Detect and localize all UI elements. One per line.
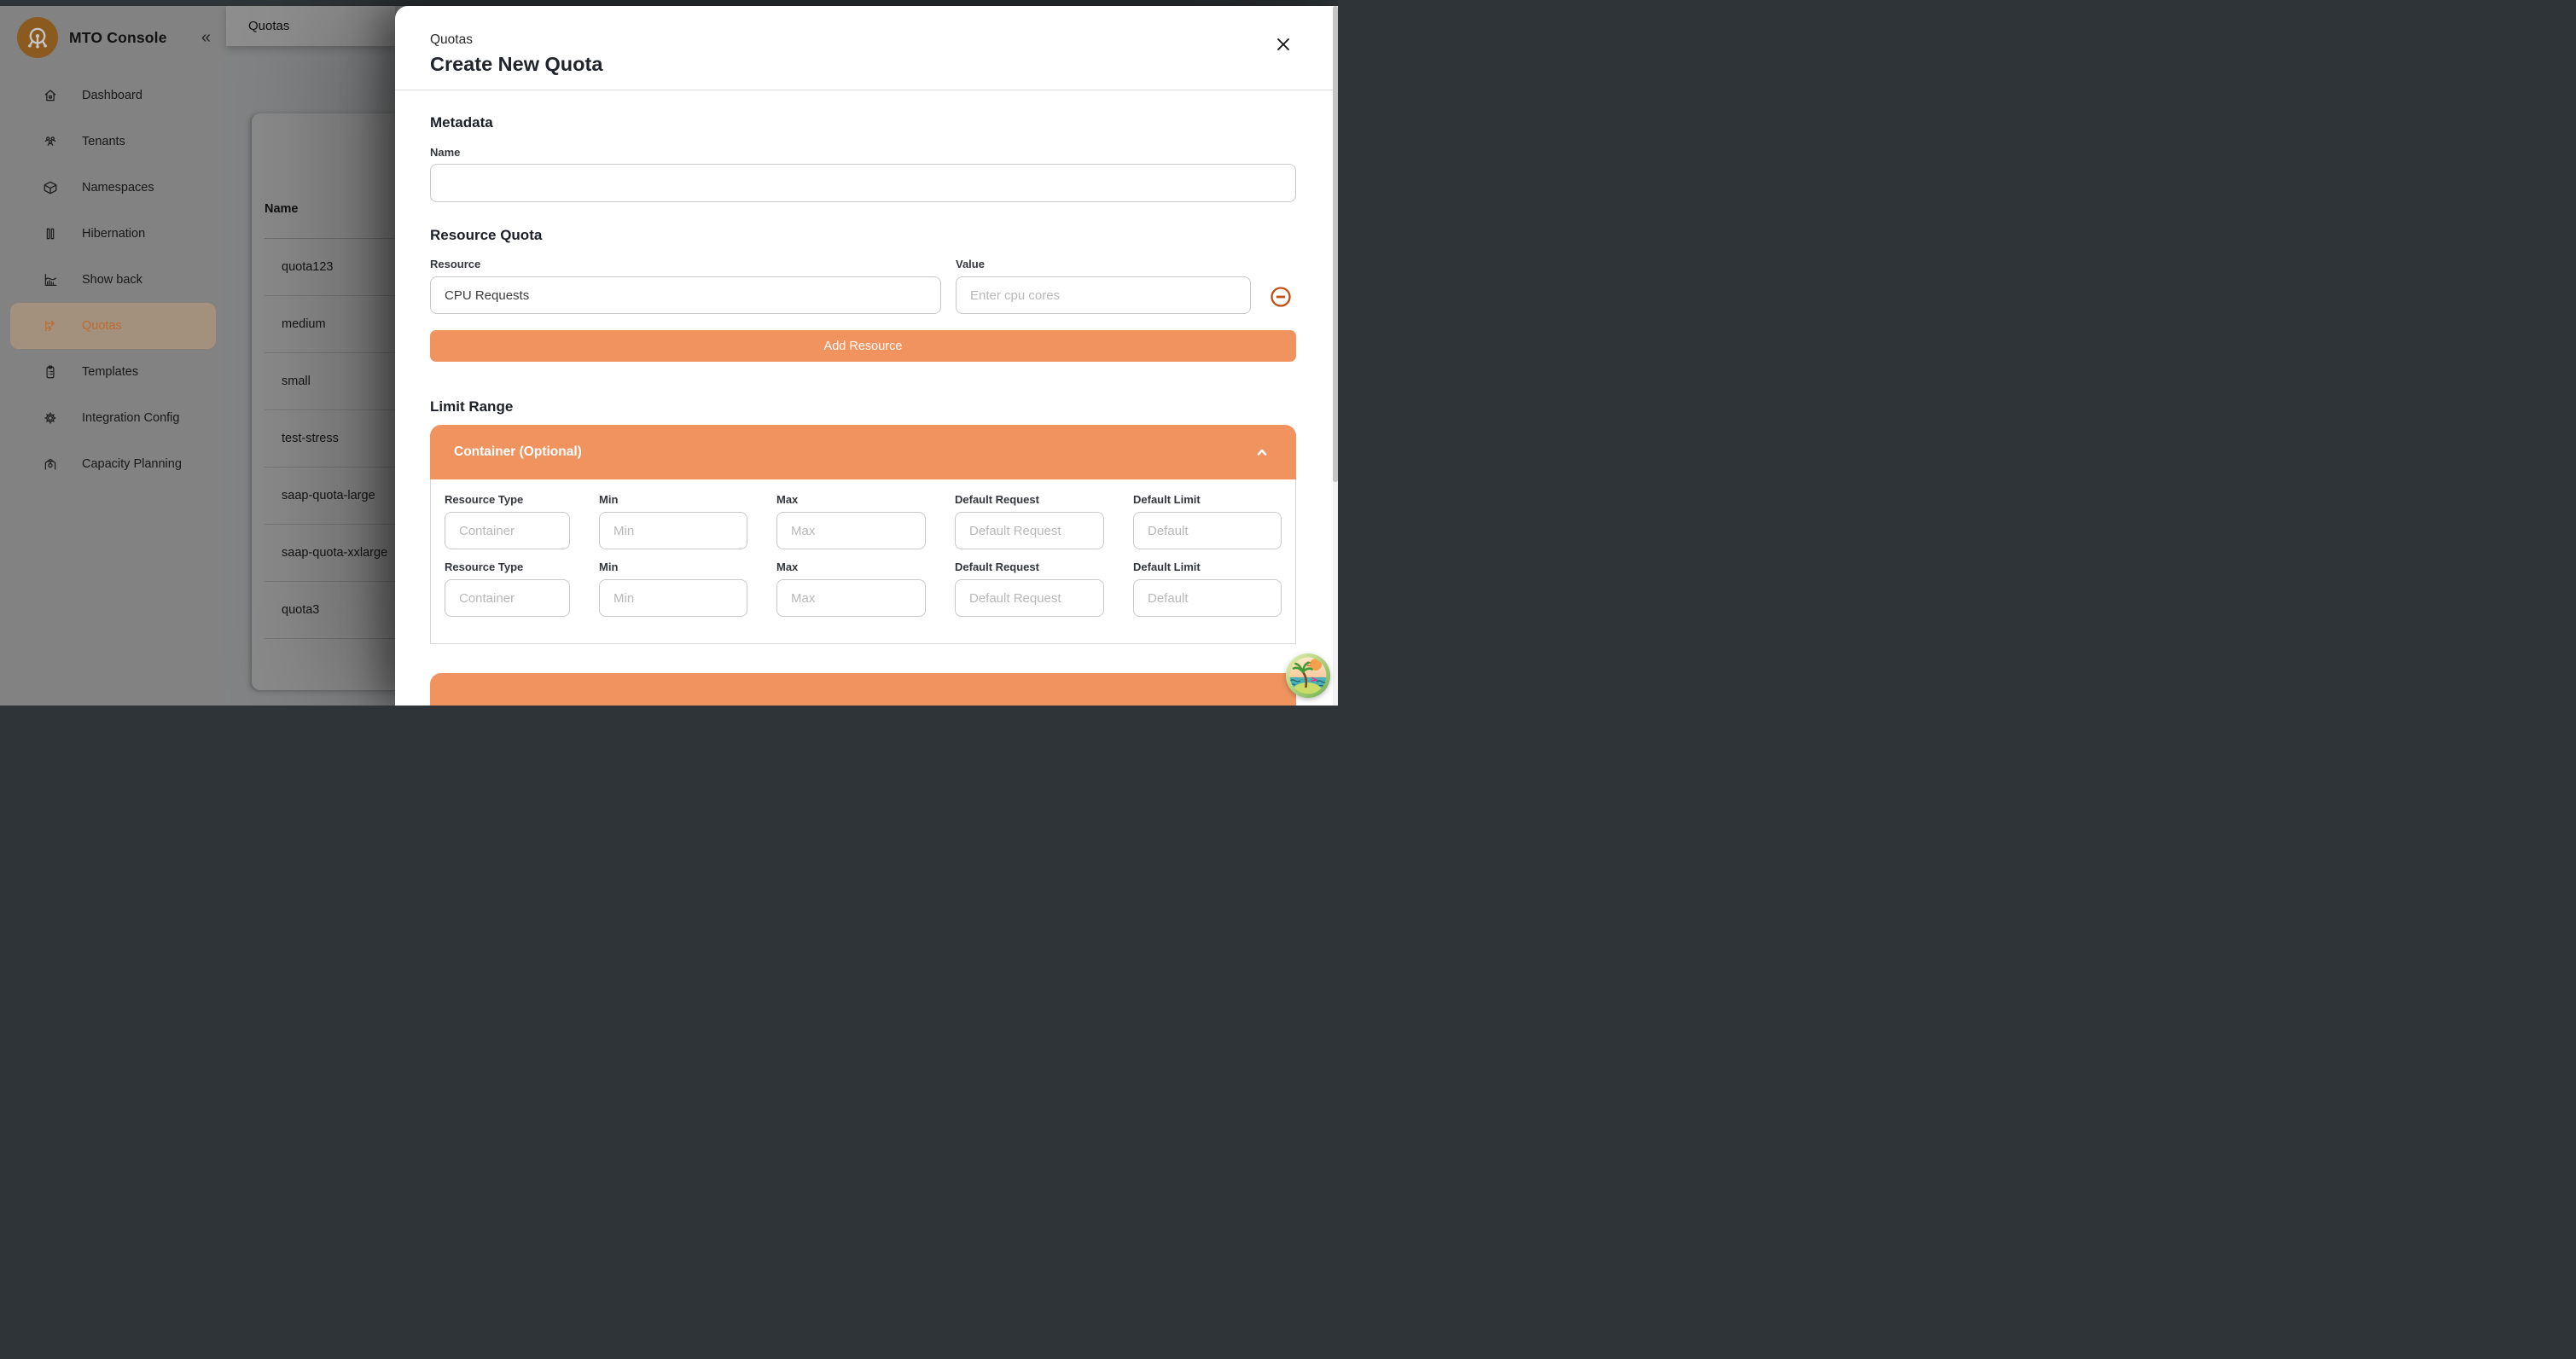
default-limit-input[interactable]	[1133, 579, 1282, 617]
name-field-label: Name	[430, 146, 1296, 159]
gear-icon	[43, 410, 58, 426]
container-section-title: Container (Optional)	[454, 444, 582, 460]
value-input[interactable]	[956, 276, 1251, 314]
default-request-label: Default Request	[955, 560, 1104, 573]
modal-header: Quotas Create New Quota	[395, 6, 1338, 76]
page-tab-bar: Quotas	[226, 6, 395, 46]
warehouse-icon	[43, 456, 58, 472]
sidebar-item-namespaces[interactable]: Namespaces	[10, 165, 216, 211]
resource-quota-row: Resource Value	[430, 258, 1296, 314]
modal-scrollbar	[1333, 6, 1338, 706]
limit-range-row: Resource Type Min Max Default Request	[445, 560, 1282, 617]
sidebar-item-label: Quotas	[82, 319, 122, 333]
sidebar-item-integration-config[interactable]: Integration Config	[10, 395, 216, 441]
sidebar-item-capacity-planning[interactable]: Capacity Planning	[10, 441, 216, 487]
users-icon	[43, 134, 58, 149]
sidebar: MTO Console « Dashboard Tenants	[0, 6, 226, 706]
sidebar-item-label: Show back	[82, 273, 142, 287]
min-label: Min	[599, 493, 747, 506]
default-limit-label: Default Limit	[1133, 560, 1282, 573]
close-icon[interactable]	[1273, 34, 1294, 55]
default-request-input[interactable]	[955, 512, 1104, 549]
default-request-label: Default Request	[955, 493, 1104, 506]
tab-quotas[interactable]: Quotas	[226, 6, 289, 46]
sidebar-item-label: Dashboard	[82, 89, 142, 102]
modal-body: Metadata Name Resource Quota Resource Va…	[395, 114, 1338, 706]
scrollbar-thumb[interactable]	[1333, 6, 1338, 482]
resource-type-input[interactable]	[445, 512, 570, 549]
resource-type-input[interactable]	[445, 579, 570, 617]
minus-circle-icon[interactable]	[1269, 285, 1293, 309]
sidebar-item-templates[interactable]: Templates	[10, 349, 216, 395]
app-root: MTO Console « Dashboard Tenants	[0, 0, 1338, 706]
sidebar-collapse-button[interactable]: «	[198, 27, 214, 48]
collapsed-section-header[interactable]	[430, 673, 1296, 706]
pause-icon	[43, 226, 58, 241]
metadata-heading: Metadata	[430, 114, 1296, 131]
min-input[interactable]	[599, 579, 747, 617]
default-request-input[interactable]	[955, 579, 1104, 617]
resource-field-label: Resource	[430, 258, 941, 270]
sidebar-item-showback[interactable]: Show back	[10, 257, 216, 303]
home-icon	[43, 88, 58, 103]
limit-range-row: Resource Type Min Max Default Request	[445, 493, 1282, 549]
sidebar-item-label: Hibernation	[82, 227, 145, 241]
sidebar-item-label: Templates	[82, 365, 138, 379]
default-limit-label: Default Limit	[1133, 493, 1282, 506]
app-title: MTO Console	[69, 29, 167, 47]
max-label: Max	[776, 493, 926, 506]
chart-icon	[43, 272, 58, 287]
cube-icon	[43, 180, 58, 195]
sidebar-item-tenants[interactable]: Tenants	[10, 119, 216, 165]
route-icon	[43, 318, 58, 334]
max-input[interactable]	[776, 579, 926, 617]
resource-type-label: Resource Type	[445, 493, 570, 506]
max-input[interactable]	[776, 512, 926, 549]
max-label: Max	[776, 560, 926, 573]
tropical-island-badge[interactable]	[1286, 653, 1330, 698]
default-limit-input[interactable]	[1133, 512, 1282, 549]
sidebar-item-label: Namespaces	[82, 181, 154, 195]
sidebar-item-dashboard[interactable]: Dashboard	[10, 73, 216, 119]
sidebar-item-label: Capacity Planning	[82, 457, 182, 471]
value-field-label: Value	[956, 258, 1251, 270]
min-input[interactable]	[599, 512, 747, 549]
sidebar-nav: Dashboard Tenants Namespaces	[0, 73, 226, 487]
add-resource-button[interactable]: Add Resource	[430, 330, 1296, 362]
name-input[interactable]	[430, 164, 1296, 202]
container-section-card: Resource Type Min Max Default Request	[430, 479, 1296, 644]
table-column-header-name: Name	[265, 202, 299, 216]
resource-input[interactable]	[430, 276, 941, 314]
resource-type-label: Resource Type	[445, 560, 570, 573]
breadcrumb: Quotas	[430, 32, 1338, 48]
mto-logo-icon	[17, 17, 58, 58]
sidebar-item-label: Tenants	[82, 135, 125, 148]
modal-title: Create New Quota	[430, 53, 1338, 76]
clipboard-icon	[43, 364, 58, 380]
chevron-up-icon	[1252, 442, 1272, 462]
limit-range-heading: Limit Range	[430, 398, 1296, 415]
min-label: Min	[599, 560, 747, 573]
browser-top-bar	[0, 0, 1338, 6]
container-section-header[interactable]: Container (Optional)	[430, 425, 1296, 479]
sidebar-item-hibernation[interactable]: Hibernation	[10, 211, 216, 257]
create-quota-modal: Quotas Create New Quota Metadata Name Re…	[395, 6, 1338, 706]
sidebar-item-label: Integration Config	[82, 411, 179, 425]
sidebar-brand: MTO Console «	[0, 6, 226, 58]
resource-quota-heading: Resource Quota	[430, 227, 1296, 244]
sidebar-item-quotas[interactable]: Quotas	[10, 303, 216, 349]
